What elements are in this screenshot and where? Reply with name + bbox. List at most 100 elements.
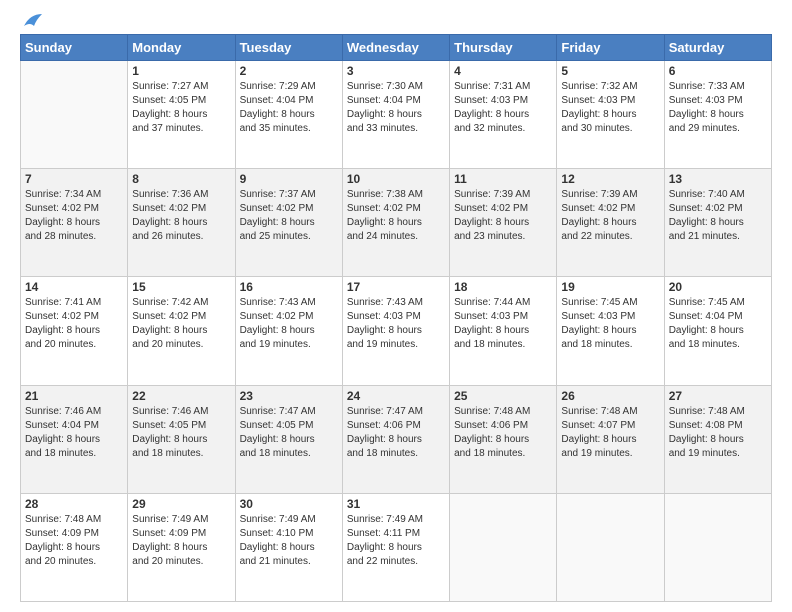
day-info: Sunrise: 7:48 AMSunset: 4:09 PMDaylight:… xyxy=(25,513,123,569)
calendar-cell xyxy=(557,493,664,601)
day-info: Sunrise: 7:33 AMSunset: 4:03 PMDaylight:… xyxy=(669,80,767,136)
calendar-cell: 2 Sunrise: 7:29 AMSunset: 4:04 PMDaylight… xyxy=(235,61,342,169)
day-number: 20 xyxy=(669,280,767,294)
header xyxy=(20,16,772,24)
day-info: Sunrise: 7:49 AMSunset: 4:11 PMDaylight:… xyxy=(347,513,445,569)
header-saturday: Saturday xyxy=(664,35,771,61)
day-info: Sunrise: 7:47 AMSunset: 4:06 PMDaylight:… xyxy=(347,405,445,461)
day-number: 6 xyxy=(669,64,767,78)
calendar-cell: 3Sunrise: 7:30 AMSunset: 4:04 PMDaylight… xyxy=(342,61,449,169)
calendar-cell: 23Sunrise: 7:47 AMSunset: 4:05 PMDayligh… xyxy=(235,385,342,493)
header-wednesday: Wednesday xyxy=(342,35,449,61)
calendar-week-row: 7Sunrise: 7:34 AMSunset: 4:02 PMDaylight… xyxy=(21,169,772,277)
calendar-cell: 19 Sunrise: 7:45 AMSunset: 4:03 PMDayligh… xyxy=(557,277,664,385)
day-info: Sunrise: 7:48 AMSunset: 4:06 PMDaylight:… xyxy=(454,405,552,461)
calendar-cell: 9 Sunrise: 7:37 AMSunset: 4:02 PMDaylight… xyxy=(235,169,342,277)
day-number: 15 xyxy=(132,280,230,294)
day-info: Sunrise: 7:45 AMSunset: 4:03 PMDaylight:… xyxy=(561,296,659,352)
day-info: Sunrise: 7:46 AMSunset: 4:05 PMDaylight:… xyxy=(132,405,230,461)
calendar-cell: 29 Sunrise: 7:49 AMSunset: 4:09 PMDayligh… xyxy=(128,493,235,601)
header-tuesday: Tuesday xyxy=(235,35,342,61)
calendar-cell: 12Sunrise: 7:39 AMSunset: 4:02 PMDayligh… xyxy=(557,169,664,277)
calendar-week-row: 21Sunrise: 7:46 AMSunset: 4:04 PMDayligh… xyxy=(21,385,772,493)
day-number: 26 xyxy=(561,389,659,403)
day-number: 17 xyxy=(347,280,445,294)
calendar-week-row: 14 Sunrise: 7:41 AMSunset: 4:02 PMDayligh… xyxy=(21,277,772,385)
day-number: 7 xyxy=(25,172,123,186)
calendar-cell xyxy=(450,493,557,601)
day-number: 27 xyxy=(669,389,767,403)
calendar-week-row: 28Sunrise: 7:48 AMSunset: 4:09 PMDayligh… xyxy=(21,493,772,601)
calendar-cell: 31 Sunrise: 7:49 AMSunset: 4:11 PMDayligh… xyxy=(342,493,449,601)
day-info: Sunrise: 7:49 AMSunset: 4:09 PMDaylight:… xyxy=(132,513,230,569)
calendar-cell: 18 Sunrise: 7:44 AMSunset: 4:03 PMDayligh… xyxy=(450,277,557,385)
day-number: 2 xyxy=(240,64,338,78)
day-info: Sunrise: 7:44 AMSunset: 4:03 PMDaylight:… xyxy=(454,296,552,352)
calendar-cell: 25 Sunrise: 7:48 AMSunset: 4:06 PMDayligh… xyxy=(450,385,557,493)
logo-bird-icon xyxy=(22,12,44,30)
day-number: 25 xyxy=(454,389,552,403)
calendar-cell: 20 Sunrise: 7:45 AMSunset: 4:04 PMDayligh… xyxy=(664,277,771,385)
day-info: Sunrise: 7:32 AMSunset: 4:03 PMDaylight:… xyxy=(561,80,659,136)
day-info: Sunrise: 7:39 AMSunset: 4:02 PMDaylight:… xyxy=(454,188,552,244)
day-number: 1 xyxy=(132,64,230,78)
day-number: 19 xyxy=(561,280,659,294)
day-number: 12 xyxy=(561,172,659,186)
day-info: Sunrise: 7:31 AMSunset: 4:03 PMDaylight:… xyxy=(454,80,552,136)
header-sunday: Sunday xyxy=(21,35,128,61)
day-number: 5 xyxy=(561,64,659,78)
calendar-cell: 10Sunrise: 7:38 AMSunset: 4:02 PMDayligh… xyxy=(342,169,449,277)
day-info: Sunrise: 7:42 AMSunset: 4:02 PMDaylight:… xyxy=(132,296,230,352)
page: Sunday Monday Tuesday Wednesday Thursday… xyxy=(0,0,792,612)
day-info: Sunrise: 7:48 AMSunset: 4:07 PMDaylight:… xyxy=(561,405,659,461)
day-info: Sunrise: 7:43 AMSunset: 4:02 PMDaylight:… xyxy=(240,296,338,352)
calendar-cell: 13 Sunrise: 7:40 AMSunset: 4:02 PMDayligh… xyxy=(664,169,771,277)
header-monday: Monday xyxy=(128,35,235,61)
day-info: Sunrise: 7:30 AMSunset: 4:04 PMDaylight:… xyxy=(347,80,445,136)
day-number: 23 xyxy=(240,389,338,403)
day-number: 9 xyxy=(240,172,338,186)
calendar-cell: 21Sunrise: 7:46 AMSunset: 4:04 PMDayligh… xyxy=(21,385,128,493)
calendar-cell: 17 Sunrise: 7:43 AMSunset: 4:03 PMDayligh… xyxy=(342,277,449,385)
calendar-cell: 11 Sunrise: 7:39 AMSunset: 4:02 PMDayligh… xyxy=(450,169,557,277)
day-number: 29 xyxy=(132,497,230,511)
day-number: 14 xyxy=(25,280,123,294)
day-number: 18 xyxy=(454,280,552,294)
weekday-header-row: Sunday Monday Tuesday Wednesday Thursday… xyxy=(21,35,772,61)
day-info: Sunrise: 7:43 AMSunset: 4:03 PMDaylight:… xyxy=(347,296,445,352)
day-number: 22 xyxy=(132,389,230,403)
day-info: Sunrise: 7:45 AMSunset: 4:04 PMDaylight:… xyxy=(669,296,767,352)
calendar-cell: 6 Sunrise: 7:33 AMSunset: 4:03 PMDaylight… xyxy=(664,61,771,169)
day-info: Sunrise: 7:48 AMSunset: 4:08 PMDaylight:… xyxy=(669,405,767,461)
calendar-cell: 27 Sunrise: 7:48 AMSunset: 4:08 PMDayligh… xyxy=(664,385,771,493)
day-number: 13 xyxy=(669,172,767,186)
day-number: 21 xyxy=(25,389,123,403)
day-number: 8 xyxy=(132,172,230,186)
day-info: Sunrise: 7:29 AMSunset: 4:04 PMDaylight:… xyxy=(240,80,338,136)
calendar-cell: 30 Sunrise: 7:49 AMSunset: 4:10 PMDayligh… xyxy=(235,493,342,601)
calendar-cell: 24Sunrise: 7:47 AMSunset: 4:06 PMDayligh… xyxy=(342,385,449,493)
calendar-week-row: 1 Sunrise: 7:27 AMSunset: 4:05 PMDaylight… xyxy=(21,61,772,169)
day-info: Sunrise: 7:49 AMSunset: 4:10 PMDaylight:… xyxy=(240,513,338,569)
calendar-cell: 28Sunrise: 7:48 AMSunset: 4:09 PMDayligh… xyxy=(21,493,128,601)
calendar-cell xyxy=(664,493,771,601)
day-number: 31 xyxy=(347,497,445,511)
day-info: Sunrise: 7:37 AMSunset: 4:02 PMDaylight:… xyxy=(240,188,338,244)
day-number: 16 xyxy=(240,280,338,294)
calendar-cell: 4 Sunrise: 7:31 AMSunset: 4:03 PMDaylight… xyxy=(450,61,557,169)
calendar-cell: 15 Sunrise: 7:42 AMSunset: 4:02 PMDayligh… xyxy=(128,277,235,385)
day-info: Sunrise: 7:36 AMSunset: 4:02 PMDaylight:… xyxy=(132,188,230,244)
header-thursday: Thursday xyxy=(450,35,557,61)
calendar-cell xyxy=(21,61,128,169)
calendar-cell: 16 Sunrise: 7:43 AMSunset: 4:02 PMDayligh… xyxy=(235,277,342,385)
day-number: 11 xyxy=(454,172,552,186)
day-info: Sunrise: 7:40 AMSunset: 4:02 PMDaylight:… xyxy=(669,188,767,244)
calendar-cell: 8 Sunrise: 7:36 AMSunset: 4:02 PMDaylight… xyxy=(128,169,235,277)
logo xyxy=(20,16,44,24)
day-info: Sunrise: 7:27 AMSunset: 4:05 PMDaylight:… xyxy=(132,80,230,136)
day-number: 4 xyxy=(454,64,552,78)
calendar-table: Sunday Monday Tuesday Wednesday Thursday… xyxy=(20,34,772,602)
day-info: Sunrise: 7:41 AMSunset: 4:02 PMDaylight:… xyxy=(25,296,123,352)
day-number: 30 xyxy=(240,497,338,511)
header-friday: Friday xyxy=(557,35,664,61)
